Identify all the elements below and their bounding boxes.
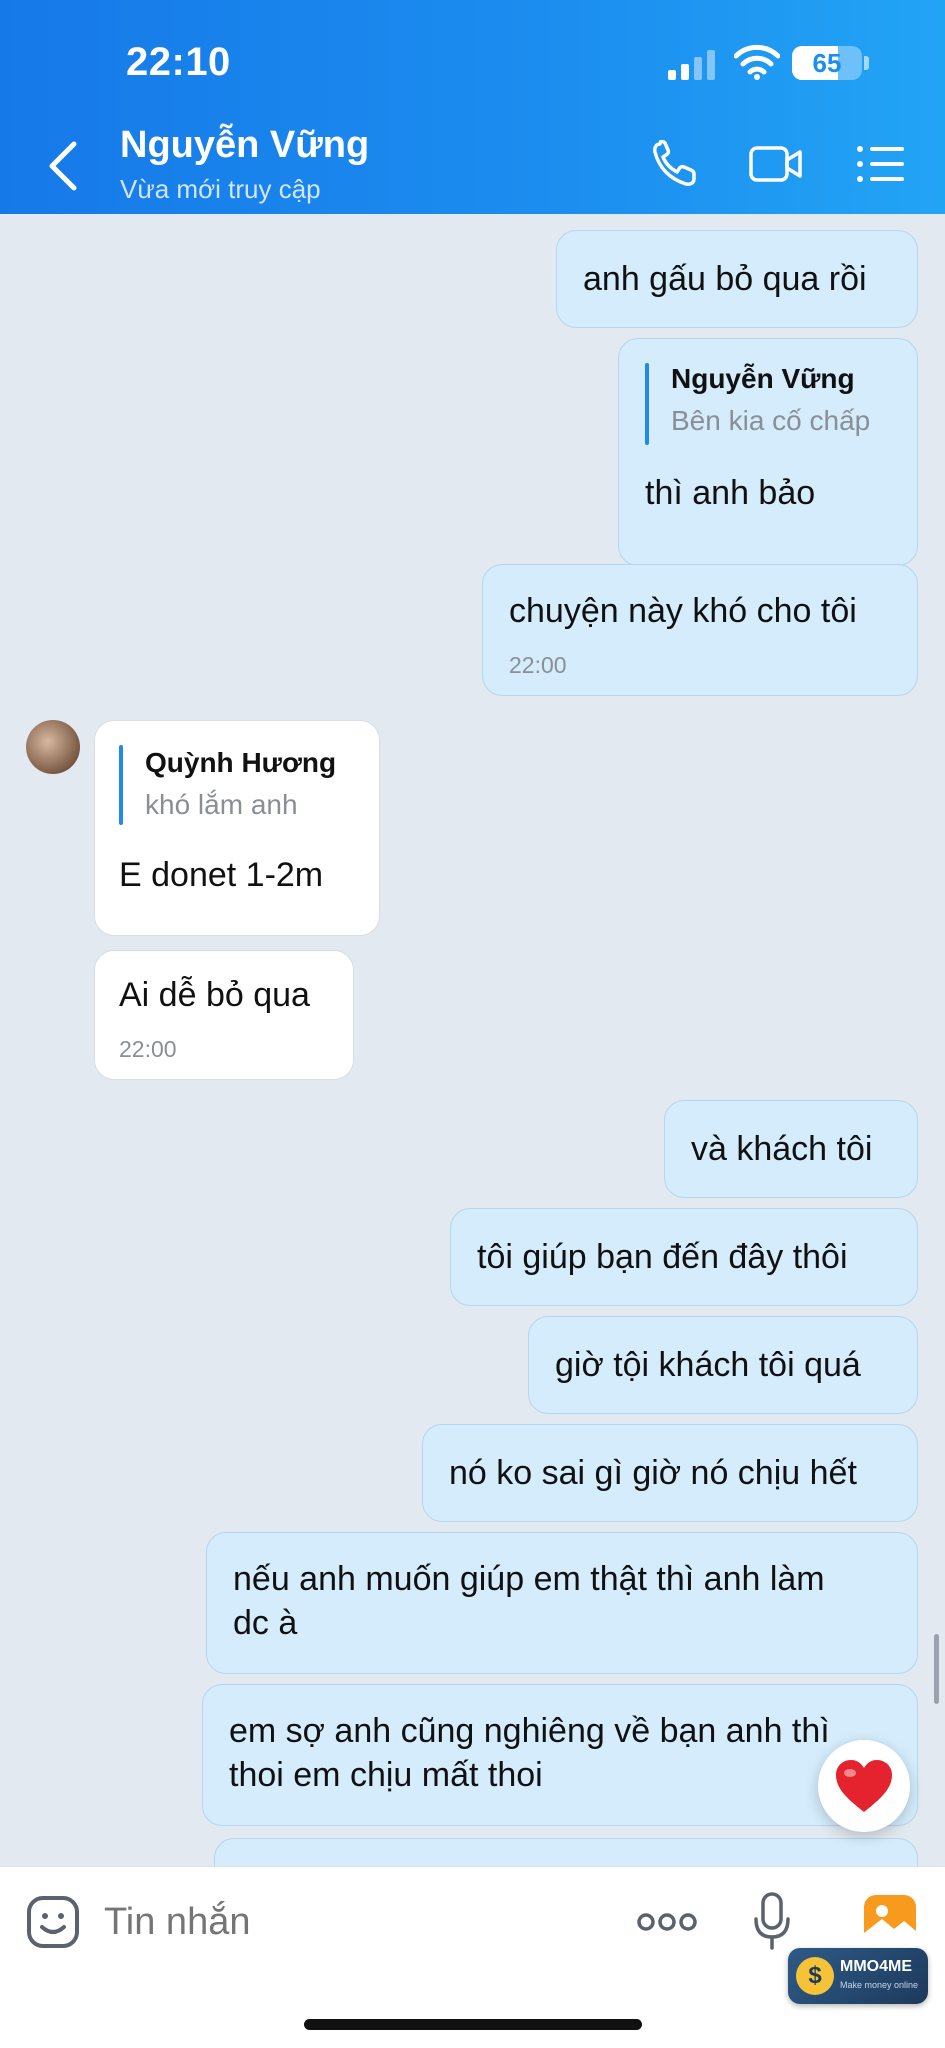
menu-icon[interactable]	[854, 140, 910, 188]
wifi-icon	[734, 44, 780, 80]
contact-status: Vừa mới truy cập	[120, 174, 321, 204]
message-text: E donet 1-2m	[119, 856, 324, 894]
message-input[interactable]	[104, 1897, 604, 1947]
battery-level: 65	[812, 48, 842, 78]
battery-indicator: 65	[792, 46, 862, 80]
quote-author: Nguyễn Vững	[671, 363, 855, 394]
message-text: Ai dễ bỏ qua	[119, 976, 310, 1014]
coin-icon: $	[796, 1957, 834, 1995]
gallery-icon[interactable]	[862, 1893, 918, 1947]
quote-text: khó lắm anh	[145, 789, 298, 820]
message-bubble[interactable]: tôi giúp bạn đến đây thôi	[450, 1208, 918, 1306]
message-bubble-partial[interactable]	[214, 1838, 918, 1866]
message-text-line: thoi em chịu mất thoi	[229, 1756, 543, 1794]
message-text: thì anh bảo	[645, 474, 816, 512]
avatar[interactable]	[26, 720, 80, 774]
contact-name[interactable]: Nguyễn Vững	[120, 124, 369, 167]
sticker-icon[interactable]	[26, 1895, 80, 1949]
message-time: 22:00	[119, 1036, 177, 1062]
message-bubble[interactable]: giờ tội khách tôi quá	[528, 1316, 918, 1414]
message-text-line: em sợ anh cũng nghiêng về bạn anh thì	[229, 1712, 830, 1750]
heart-icon	[836, 1760, 892, 1812]
signal-icon	[668, 50, 715, 80]
message-time: 22:00	[509, 652, 567, 678]
battery-cap	[864, 56, 869, 70]
react-button[interactable]	[818, 1740, 910, 1832]
microphone-icon[interactable]	[752, 1891, 792, 1951]
message-text: chuyện này khó cho tôi	[509, 592, 857, 630]
message-bubble[interactable]: anh gấu bỏ qua rồi	[556, 230, 918, 328]
chat-header: 22:10 65 Nguyễn Vững Vừa mới truy cập	[0, 0, 945, 214]
message-text: anh gấu bỏ qua rồi	[583, 260, 867, 298]
scrollbar[interactable]	[934, 1634, 939, 1704]
quote-text: Bên kia cố chấp	[671, 405, 871, 436]
message-bubble[interactable]: Nguyễn Vững Bên kia cố chấp thì anh bảo	[618, 338, 918, 566]
watermark-title: MMO4ME	[840, 1958, 912, 1975]
phone-icon[interactable]	[650, 140, 706, 188]
message-bubble[interactable]: chuyện này khó cho tôi 22:00	[482, 564, 918, 696]
message-text-line: nếu anh muốn giúp em thật thì anh làm	[233, 1560, 825, 1598]
message-bubble[interactable]: Ai dễ bỏ qua 22:00	[94, 950, 354, 1080]
message-text: nó ko sai gì giờ nó chịu hết	[449, 1454, 857, 1492]
message-bubble[interactable]: em sợ anh cũng nghiêng về bạn anh thì th…	[202, 1684, 918, 1826]
message-text-line: dc à	[233, 1604, 298, 1642]
message-text: tôi giúp bạn đến đây thôi	[477, 1238, 848, 1276]
quote-bar	[119, 745, 123, 825]
quote-author: Quỳnh Hương	[145, 747, 337, 778]
message-bubble[interactable]: nó ko sai gì giờ nó chịu hết	[422, 1424, 918, 1522]
message-bubble[interactable]: nếu anh muốn giúp em thật thì anh làm dc…	[206, 1532, 918, 1674]
watermark-logo: $ MMO4ME Make money online	[788, 1948, 928, 2004]
back-icon[interactable]	[44, 138, 84, 194]
quote-bar	[645, 363, 649, 445]
message-bubble[interactable]: và khách tôi	[664, 1100, 918, 1198]
home-indicator	[304, 2019, 642, 2030]
chat-messages[interactable]: anh gấu bỏ qua rồi Nguyễn Vững Bên kia c…	[0, 214, 945, 1866]
more-icon[interactable]	[636, 1907, 698, 1937]
watermark-subtitle: Make money online	[840, 1980, 919, 1990]
message-bubble[interactable]: Quỳnh Hương khó lắm anh E donet 1-2m	[94, 720, 380, 936]
video-call-icon[interactable]	[748, 140, 804, 188]
status-time: 22:10	[126, 40, 231, 84]
message-text: và khách tôi	[691, 1130, 873, 1168]
message-text: giờ tội khách tôi quá	[555, 1346, 861, 1384]
